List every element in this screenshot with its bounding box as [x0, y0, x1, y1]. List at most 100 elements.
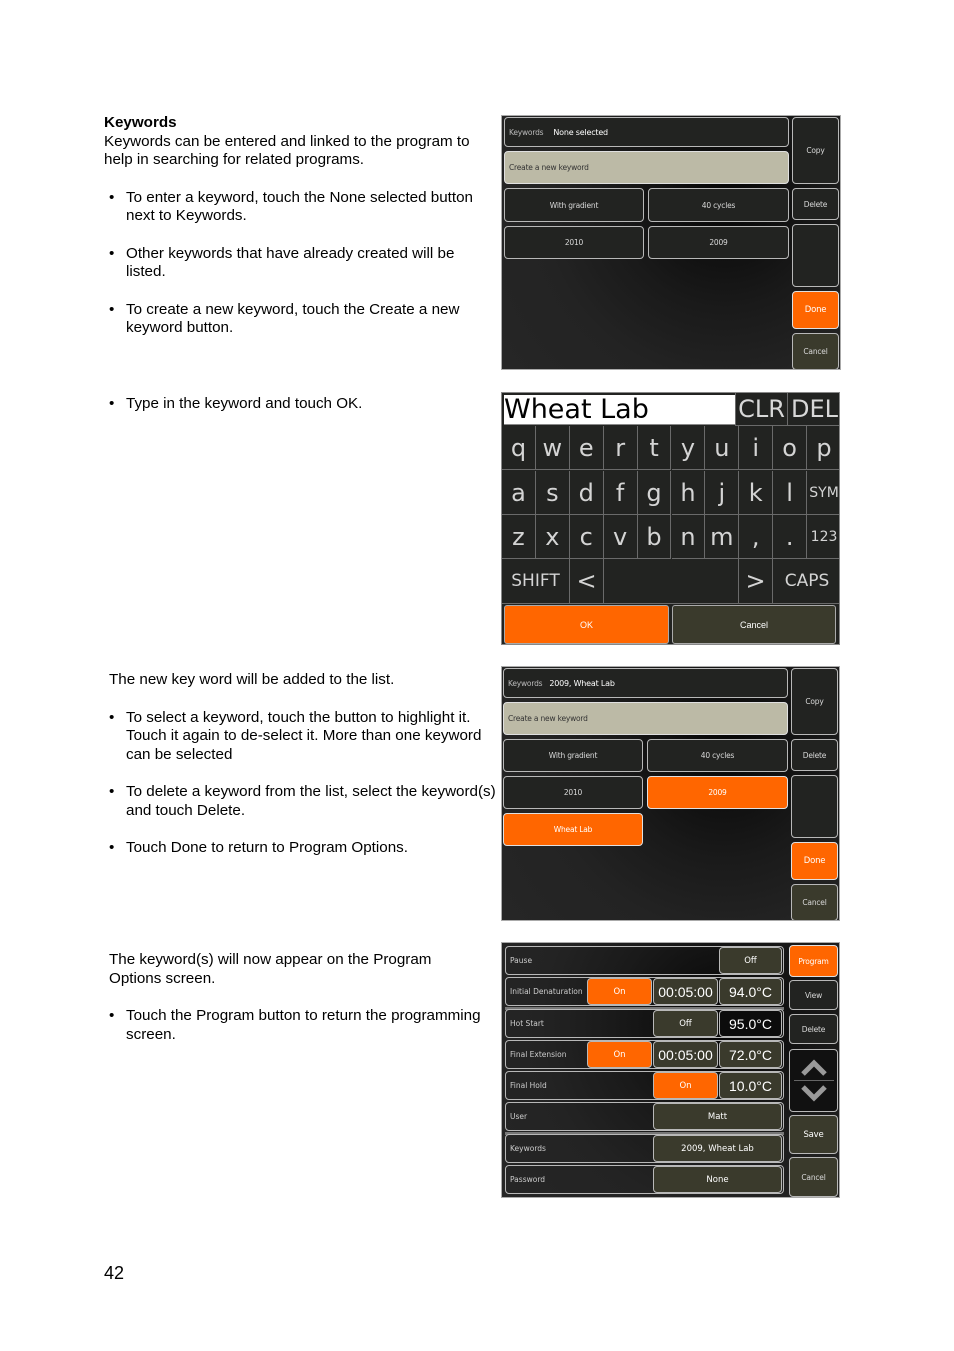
keyword-button[interactable]: 40 cycles — [648, 188, 789, 222]
final-hold-temp[interactable]: 10.0°C — [719, 1072, 782, 1099]
cancel-button[interactable]: Cancel — [789, 1157, 838, 1197]
ok-button[interactable]: OK — [504, 605, 669, 644]
keyword-button[interactable]: 2009 — [648, 226, 789, 259]
key-w[interactable]: w — [535, 426, 570, 470]
keyboard-screen: Wheat Lab CLR DEL SHIFT < > CAPS OK Canc… — [501, 392, 840, 645]
password-value-button[interactable]: None — [653, 1166, 782, 1193]
initial-denaturation-toggle[interactable]: On — [587, 978, 652, 1005]
key-sym[interactable]: SYM — [807, 471, 839, 515]
create-keyword-button[interactable]: Create a new keyword — [503, 702, 788, 735]
final-extension-temp[interactable]: 72.0°C — [719, 1041, 782, 1068]
keywords-screen-initial: Keywords None selected Create a new keyw… — [501, 115, 841, 370]
scroll-up-icon[interactable] — [799, 1056, 829, 1078]
save-button[interactable]: Save — [789, 1115, 838, 1154]
key-h[interactable]: h — [671, 471, 706, 515]
bullet-item: Other keywords that have already created… — [104, 245, 496, 282]
key-y[interactable]: y — [671, 426, 706, 470]
key-a[interactable]: a — [502, 471, 536, 515]
key-s[interactable]: s — [535, 471, 570, 515]
keyword-button[interactable]: 40 cycles — [647, 739, 788, 772]
hot-start-toggle[interactable]: Off — [653, 1010, 718, 1037]
initial-denaturation-time[interactable]: 00:05:00 — [653, 978, 718, 1005]
bullet-item: To delete a keyword from the list, selec… — [104, 783, 498, 820]
keywords-value-button[interactable]: 2009, Wheat Lab — [653, 1135, 782, 1162]
cancel-button[interactable]: Cancel — [792, 333, 839, 369]
key-r[interactable]: r — [603, 426, 638, 470]
delete-button[interactable]: Delete — [792, 188, 839, 220]
key-i[interactable]: i — [739, 426, 774, 470]
done-button[interactable]: Done — [792, 291, 839, 329]
keywords-value: None selected — [553, 127, 608, 137]
key-c[interactable]: c — [569, 515, 604, 559]
key-z[interactable]: z — [502, 515, 536, 559]
keyword-button[interactable]: 2010 — [504, 226, 644, 259]
key-period[interactable]: . — [773, 515, 808, 559]
key-p[interactable]: p — [807, 426, 839, 470]
cancel-button[interactable]: Cancel — [672, 605, 836, 644]
copy-button[interactable]: Copy — [791, 668, 838, 735]
view-button[interactable]: View — [789, 980, 838, 1010]
final-extension-toggle[interactable]: On — [587, 1041, 652, 1068]
key-t[interactable]: t — [637, 426, 672, 470]
page-number: 42 — [104, 1263, 125, 1283]
key-m[interactable]: m — [705, 515, 740, 559]
hot-start-label: Hot Start — [510, 1019, 544, 1028]
delete-button[interactable]: Delete — [791, 739, 838, 771]
intro-paragraph: The keyword(s) will now appear on the Pr… — [109, 951, 432, 987]
program-options-screen: Pause Off Initial Denaturation On 00:05:… — [501, 942, 840, 1198]
keyword-button-selected[interactable]: 2009 — [647, 776, 788, 809]
done-button[interactable]: Done — [791, 842, 838, 880]
key-e[interactable]: e — [569, 426, 604, 470]
key-n[interactable]: n — [671, 515, 706, 559]
key-x[interactable]: x — [535, 515, 570, 559]
keyword-input[interactable]: Wheat Lab — [504, 395, 735, 425]
key-comma[interactable]: , — [739, 515, 774, 559]
keyword-button[interactable]: 2010 — [503, 776, 643, 809]
key-f[interactable]: f — [603, 471, 638, 515]
delete-key[interactable]: DEL — [788, 393, 839, 426]
section-keyword-list: The new key word will be added to the li… — [104, 671, 498, 858]
key-k[interactable]: k — [739, 471, 774, 515]
bullet-item: Type in the keyword and touch OK. — [104, 395, 496, 414]
keywords-selector-button[interactable]: Keywords 2009, Wheat Lab — [503, 668, 788, 698]
space-key[interactable] — [604, 559, 739, 604]
caps-key[interactable]: CAPS — [773, 559, 839, 604]
key-v[interactable]: v — [603, 515, 638, 559]
user-label: User — [510, 1112, 528, 1121]
keyword-button[interactable]: With gradient — [504, 188, 644, 222]
shift-key[interactable]: SHIFT — [502, 559, 570, 604]
scroll-down-icon[interactable] — [799, 1083, 829, 1105]
create-keyword-button[interactable]: Create a new keyword — [504, 151, 789, 184]
cancel-button[interactable]: Cancel — [791, 884, 838, 920]
key-b[interactable]: b — [637, 515, 672, 559]
keywords-selector-button[interactable]: Keywords None selected — [504, 117, 789, 147]
final-hold-toggle[interactable]: On — [653, 1072, 718, 1099]
copy-button[interactable]: Copy — [792, 117, 839, 184]
delete-button[interactable]: Delete — [789, 1014, 838, 1044]
final-extension-time[interactable]: 00:05:00 — [653, 1041, 718, 1068]
key-q[interactable]: q — [502, 426, 536, 470]
key-123[interactable]: 123 — [807, 515, 839, 559]
program-button[interactable]: Program — [789, 945, 838, 977]
key-u[interactable]: u — [705, 426, 740, 470]
final-extension-label: Final Extension — [510, 1050, 567, 1059]
scroll-divider — [793, 1080, 834, 1081]
key-j[interactable]: j — [705, 471, 740, 515]
cursor-right-key[interactable]: > — [739, 559, 773, 604]
user-value-button[interactable]: Matt — [653, 1103, 782, 1130]
keyword-button[interactable]: With gradient — [503, 739, 643, 772]
bullet-item: To enter a keyword, touch the None selec… — [104, 189, 496, 226]
key-g[interactable]: g — [637, 471, 672, 515]
key-o[interactable]: o — [773, 426, 808, 470]
clear-key[interactable]: CLR — [735, 393, 788, 426]
initial-denaturation-temp[interactable]: 94.0°C — [719, 978, 782, 1005]
empty-side-button — [791, 775, 838, 838]
key-l[interactable]: l — [773, 471, 808, 515]
final-hold-label: Final Hold — [510, 1081, 547, 1090]
pause-toggle[interactable]: Off — [719, 947, 782, 974]
cursor-left-key[interactable]: < — [570, 559, 604, 604]
key-d[interactable]: d — [569, 471, 604, 515]
keyword-button-selected[interactable]: Wheat Lab — [503, 813, 643, 846]
hot-start-temp[interactable]: 95.0°C — [719, 1010, 782, 1037]
keywords-label: Keywords — [509, 127, 544, 137]
